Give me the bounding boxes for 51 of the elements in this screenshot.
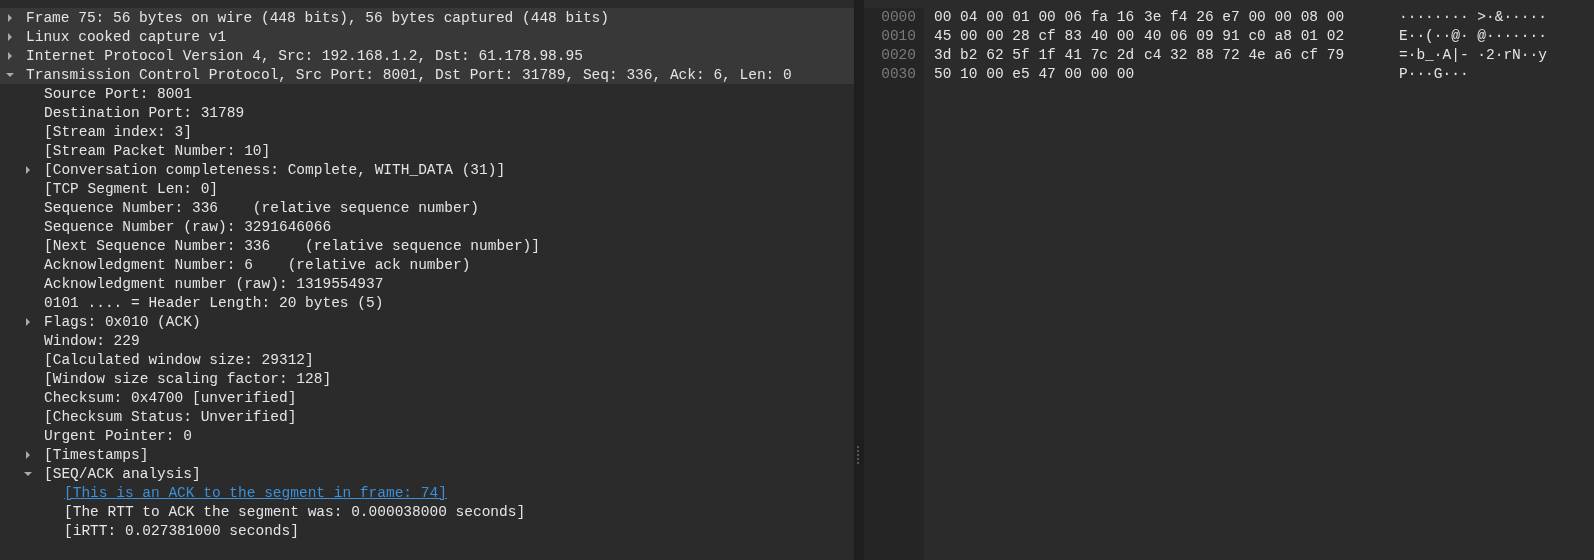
hex-bytes: 40 06 09 91 c0 a8 01 02	[1144, 28, 1345, 44]
tree-item-text: [Stream index: 3]	[44, 123, 192, 140]
tree-item-text: Acknowledgment number (raw): 1319554937	[44, 275, 384, 292]
tree-item-text: Urgent Pointer: 0	[44, 427, 192, 444]
tree-item-text: [SEQ/ACK analysis]	[44, 465, 201, 482]
tree-item-text: Linux cooked capture v1	[26, 28, 227, 45]
tree-item-text: Sequence Number: 336 (relative sequence number)	[44, 199, 480, 216]
tree-item-text: Frame 75: 56 bytes on wire (448 bits), 56 bytes captured (448 bits)	[26, 9, 609, 26]
expand-arrow-icon[interactable]	[24, 450, 32, 459]
collapse-arrow-icon[interactable]	[6, 70, 14, 79]
hex-bytes: 45 00 00 28 cf 83 40 00	[934, 27, 1136, 46]
hex-bytes: 50 10 00 e5 47 00 00 00	[934, 65, 1136, 84]
tree-item-text: Sequence Number (raw): 3291646066	[44, 218, 332, 235]
ascii-bytes: =·b_·A|- ·2·rN··y	[1399, 46, 1547, 65]
tree-item-text: [TCP Segment Len: 0]	[44, 180, 219, 197]
tree-item-text: Checksum: 0x4700 [unverified]	[44, 389, 297, 406]
expand-arrow-icon[interactable]	[6, 32, 14, 41]
tree-item-text: [Checksum Status: Unverified]	[44, 408, 297, 425]
hex-bytes: c4 32 88 72 4e a6 cf 79	[1144, 47, 1345, 63]
tree-item-text: [Conversation completeness: Complete, WITH_DATA (31)]	[44, 161, 506, 178]
tree-item-text: [Timestamps]	[44, 446, 149, 463]
hex-offset: 0020	[881, 46, 916, 65]
tree-item-text: Transmission Control Protocol, Src Port: 8001, Dst Port: 31789, Seq: 336, Ack: 6, Len: 0	[26, 66, 792, 83]
ascii-bytes: ········ >·&·····	[1399, 8, 1547, 27]
tree-item-text: Destination Port: 31789	[44, 104, 245, 121]
hex-offset: 0010	[881, 27, 916, 46]
expand-arrow-icon[interactable]	[6, 13, 14, 22]
tree-item-text: Window: 229	[44, 332, 140, 349]
tree-item-text: [The RTT to ACK the segment was: 0.000038000 seconds]	[64, 503, 526, 520]
tree-item-text: [Next Sequence Number: 336 (relative sequence number)]	[44, 237, 540, 254]
tree-item-text: [Calculated window size: 29312]	[44, 351, 314, 368]
expand-arrow-icon[interactable]	[24, 317, 32, 326]
frame-link[interactable]: [This is an ACK to the segment in frame: 74]	[64, 484, 447, 501]
tree-item-text: Internet Protocol Version 4, Src: 192.168.1.2, Dst: 61.178.98.95	[26, 47, 583, 64]
tree-item-text: [iRTT: 0.027381000 seconds]	[64, 522, 299, 539]
hex-offset: 0030	[881, 65, 916, 84]
hex-bytes: 3d b2 62 5f 1f 41 7c 2d	[934, 46, 1136, 65]
ascii-bytes: E··(··@· @·······	[1399, 27, 1547, 46]
hex-bytes: 3e f4 26 e7 00 00 08 00	[1144, 9, 1345, 25]
expand-arrow-icon[interactable]	[24, 165, 32, 174]
expand-arrow-icon[interactable]	[6, 51, 14, 60]
tree-item-text: Flags: 0x010 (ACK)	[44, 313, 201, 330]
tree-item-text: 0101 .... = Header Length: 20 bytes (5)	[44, 294, 384, 311]
hex-offset: 0000	[881, 8, 916, 27]
tree-item-text: [Window size scaling factor: 128]	[44, 370, 332, 387]
collapse-arrow-icon[interactable]	[24, 469, 32, 478]
tree-item-text: Source Port: 8001	[44, 85, 192, 102]
ascii-bytes: P···G···	[1399, 65, 1469, 84]
tree-item-text: Acknowledgment Number: 6 (relative ack number)	[44, 256, 471, 273]
hex-bytes: 00 04 00 01 00 06 fa 16	[934, 8, 1136, 27]
tree-item-text: [Stream Packet Number: 10]	[44, 142, 271, 159]
